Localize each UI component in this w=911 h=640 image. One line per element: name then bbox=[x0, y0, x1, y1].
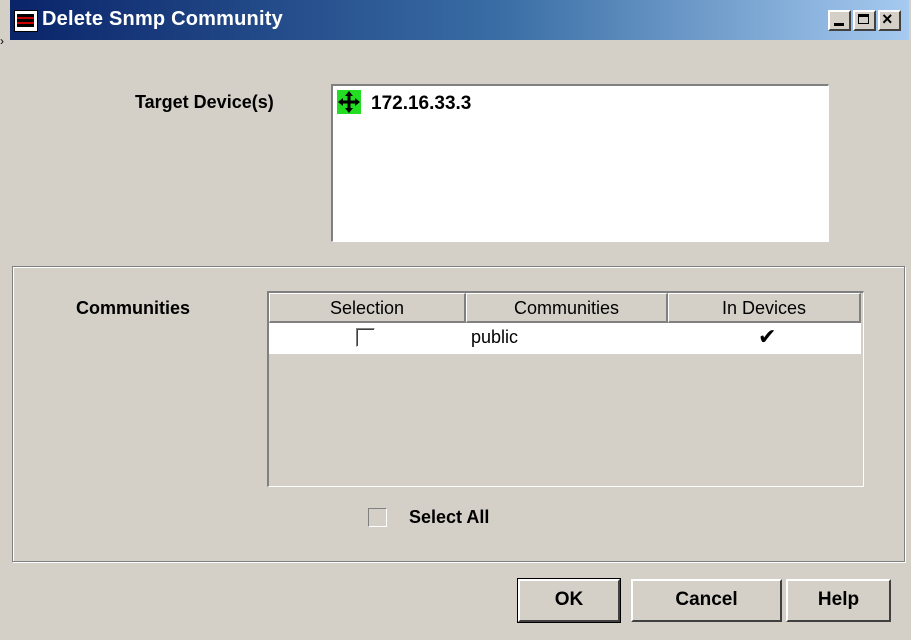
delete-snmp-community-dialog: Delete Snmp Community × Target Device(s)… bbox=[10, 0, 909, 640]
row-selection-checkbox[interactable] bbox=[356, 328, 375, 347]
target-devices-list[interactable]: 172.16.33.3 bbox=[331, 84, 829, 242]
select-all-label[interactable]: Select All bbox=[409, 507, 489, 528]
close-icon: × bbox=[882, 9, 893, 29]
minimize-icon bbox=[834, 23, 844, 26]
app-logo-icon bbox=[14, 10, 38, 32]
help-button[interactable]: Help bbox=[786, 579, 891, 622]
title-bar[interactable]: Delete Snmp Community × bbox=[10, 0, 909, 40]
window-title: Delete Snmp Community bbox=[42, 8, 283, 30]
select-all-checkbox[interactable] bbox=[368, 508, 387, 527]
window-edge-marker: › bbox=[0, 34, 4, 48]
ok-button[interactable]: OK bbox=[517, 578, 621, 623]
close-button[interactable]: × bbox=[878, 10, 901, 31]
column-header-selection[interactable]: Selection bbox=[269, 293, 466, 323]
community-name: public bbox=[471, 327, 519, 347]
communities-label: Communities bbox=[76, 298, 191, 318]
minimize-button[interactable] bbox=[828, 10, 851, 31]
network-device-icon bbox=[337, 90, 361, 114]
table-row[interactable]: public ✔ bbox=[269, 323, 861, 354]
maximize-icon bbox=[858, 14, 869, 24]
maximize-button[interactable] bbox=[853, 10, 876, 31]
column-header-in-devices[interactable]: In Devices bbox=[668, 293, 861, 323]
device-ip-address: 172.16.33.3 bbox=[371, 93, 472, 114]
cancel-button[interactable]: Cancel bbox=[631, 579, 782, 622]
target-devices-label: Target Device(s) bbox=[135, 92, 274, 112]
column-header-communities[interactable]: Communities bbox=[466, 293, 668, 323]
communities-table: Selection Communities In Devices public … bbox=[267, 291, 864, 487]
in-devices-check-icon: ✔ bbox=[758, 324, 777, 349]
